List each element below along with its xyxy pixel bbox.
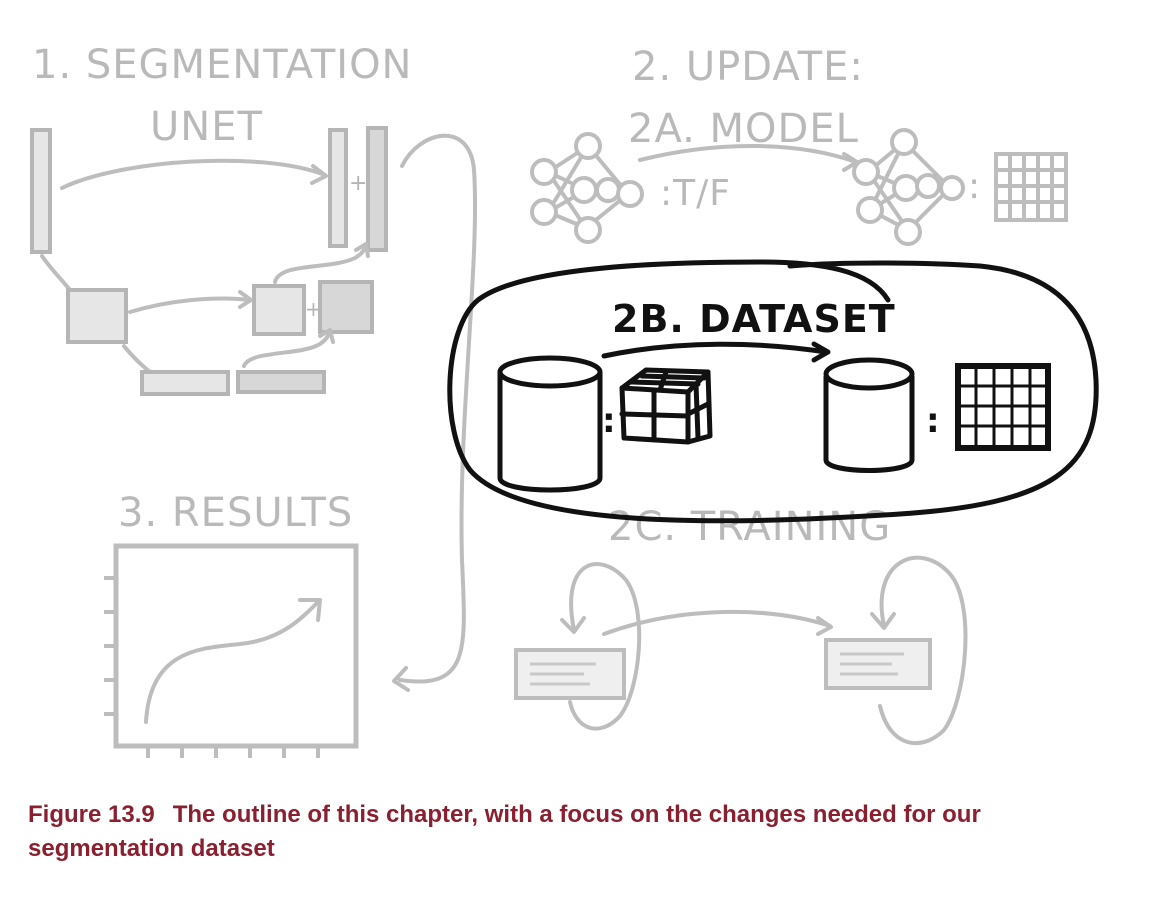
classification-dataset-cylinder	[497, 355, 603, 493]
dataset-section: 2B. DATASET : :	[447, 259, 1099, 524]
training-heading: 2C. TRAINING	[608, 504, 891, 550]
update-section: 2. UPDATE: 2A. MODEL :T/F :	[530, 44, 1068, 246]
up-arrow-mid	[273, 244, 368, 284]
unet-output-bar-b	[366, 126, 388, 252]
dataset-update-arrow	[601, 341, 829, 359]
caption-text: The outline of this chapter, with a focu…	[28, 801, 981, 862]
chapter-outline-diagram: 1. SEGMENTATION UNET + + 2. UPDATE: 2A. …	[30, 42, 1099, 758]
unet-input-bar	[30, 128, 52, 254]
unet-plus-top: +	[349, 171, 368, 196]
results-section: 3. RESULTS	[104, 490, 359, 758]
unet-decoder-box-b	[318, 280, 374, 334]
results-heading: 3. RESULTS	[118, 490, 353, 536]
down-arrow-1	[40, 254, 72, 292]
unet-output-bar-a	[328, 128, 348, 248]
segmentation-dataset-cylinder	[823, 357, 915, 473]
model-colon: :	[968, 166, 981, 207]
down-arrow-2	[122, 344, 152, 374]
unet-encoder-box	[66, 288, 128, 344]
update-heading: 2. UPDATE:	[632, 44, 864, 90]
training-loop-1	[568, 562, 642, 731]
mask-grid-icon	[955, 363, 1051, 451]
unet-bottleneck-b	[236, 370, 326, 394]
dataset-heading: 2B. DATASET	[612, 297, 896, 341]
figure-number: Figure 13.9	[28, 801, 155, 828]
segmentation-network-icon	[852, 128, 965, 246]
segmentation-heading: 1. SEGMENTATION	[32, 42, 412, 88]
unet-bottleneck-a	[140, 370, 230, 396]
unet-decoder-box-a	[252, 284, 306, 336]
skip-arrow-top	[60, 158, 327, 190]
training-section: 2C. TRAINING	[514, 504, 968, 746]
cube-sample-icon	[619, 367, 713, 445]
grid-output-icon	[994, 152, 1068, 222]
dataset-colon-2: :	[926, 401, 941, 441]
connector-arrow	[398, 133, 478, 684]
figure-caption: Figure 13.9 The outline of this chapter, …	[28, 798, 1138, 866]
unet-plus-mid: +	[305, 297, 323, 321]
up-arrow-bottom	[242, 330, 332, 368]
skip-arrow-mid	[128, 296, 252, 314]
classifier-network-icon	[530, 132, 644, 244]
segmentation-section: 1. SEGMENTATION UNET + +	[30, 42, 412, 396]
tf-label: :T/F	[660, 173, 731, 214]
dataset-colon-1: :	[602, 401, 617, 441]
unet-label: UNET	[150, 104, 263, 150]
